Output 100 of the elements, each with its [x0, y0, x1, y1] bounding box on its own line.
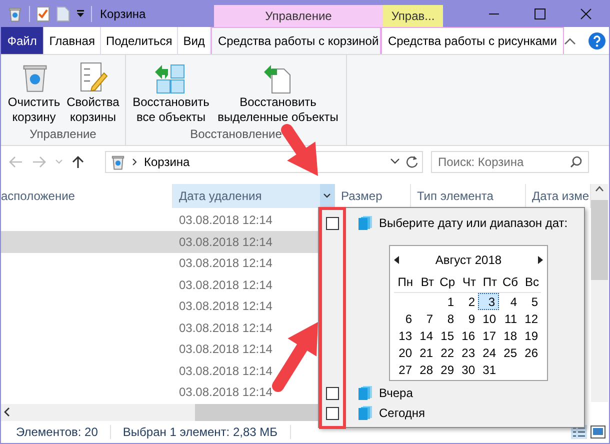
weekday-label: Пт [482, 275, 497, 289]
ribbon-tab[interactable]: Поделиться [100, 27, 178, 54]
date-cell: 03.08.2018 12:14 [179, 342, 272, 356]
stack-icon [358, 215, 373, 231]
file-row[interactable]: 03.08.2018 12:14 [1, 274, 318, 296]
file-row[interactable]: 03.08.2018 12:14 [1, 252, 318, 274]
up-arrow-icon[interactable] [72, 154, 84, 169]
calendar-day[interactable]: 23 [457, 344, 478, 361]
checkbox[interactable] [326, 216, 339, 230]
triangle-right-icon[interactable] [538, 256, 543, 264]
checkbox[interactable] [326, 386, 339, 400]
calendar-day[interactable]: 18 [499, 327, 520, 344]
calendar-day[interactable]: 21 [415, 344, 436, 361]
ribbon-tab[interactable]: Средства работы с рисунками [380, 27, 564, 54]
recycle-bin-icon [110, 154, 126, 170]
checklist-icon[interactable] [36, 6, 50, 22]
date-cell: 03.08.2018 12:14 [179, 278, 272, 292]
address-bar[interactable]: Корзина [105, 150, 423, 173]
ribbon-tab[interactable]: Главная [44, 27, 101, 54]
calendar-day[interactable]: 22 [436, 344, 457, 361]
date-cell: 03.08.2018 12:14 [179, 385, 272, 400]
date-cell: 03.08.2018 12:14 [179, 234, 272, 249]
chevron-down-icon[interactable] [390, 158, 400, 166]
maximize-icon [534, 8, 546, 20]
filter-option-label: Вчера [379, 386, 413, 400]
ribbon-button[interactable]: Очистить корзину [5, 59, 63, 128]
caret-down-icon[interactable] [76, 9, 85, 20]
weekday-label: Вс [524, 275, 539, 289]
triangle-left-icon[interactable] [394, 256, 399, 264]
horizontal-scrollbar[interactable] [1, 404, 318, 421]
calendar-day[interactable]: 28 [415, 361, 436, 378]
calendar-day[interactable]: 20 [394, 344, 415, 361]
calendar-day[interactable]: 29 [436, 361, 457, 378]
file-row[interactable]: 03.08.2018 12:14 [1, 338, 318, 360]
calendar-day[interactable]: 7 [415, 310, 436, 327]
calendar[interactable]: Август 2018 Пн Вт Ср Чт Пт Сб Вс 1 2 3 4 5 6 7 8 9 10 11 12 13 14 15 16 17 18 19 20 21 22 23 24 25 26 27 28 29 30 31 [389, 245, 548, 381]
calendar-day[interactable]: 16 [457, 327, 478, 344]
calendar-day[interactable]: 14 [415, 327, 436, 344]
refresh-icon[interactable] [406, 155, 418, 168]
ribbon-tab[interactable]: Файл [1, 27, 44, 54]
ribbon-button[interactable]: Восстановить все объекты [130, 59, 212, 128]
chevron-up-icon[interactable] [595, 184, 604, 194]
context-tab-header: Управление [214, 5, 383, 28]
calendar-day[interactable]: 17 [478, 327, 499, 344]
file-row[interactable]: 03.08.2018 12:14 [1, 210, 318, 232]
file-row[interactable]: 03.08.2018 12:14 [1, 360, 318, 382]
search-field[interactable]: Поиск: Корзина [431, 150, 589, 173]
chevron-down-icon[interactable] [323, 192, 331, 199]
status-text: Выбран 1 элемент: 2,83 МБ [122, 424, 278, 439]
file-row[interactable]: 03.08.2018 12:14 [1, 296, 318, 318]
calendar-day[interactable]: 15 [436, 327, 457, 344]
weekday-label: Сб [502, 275, 518, 289]
calendar-day[interactable]: 2 [457, 293, 478, 310]
calendar-day[interactable]: 11 [499, 310, 520, 327]
calendar-day[interactable]: 9 [457, 310, 478, 327]
date-cell: 03.08.2018 12:14 [179, 299, 272, 314]
context-tab-header: Управ... [383, 5, 443, 28]
window-title: Корзина [100, 7, 146, 22]
calendar-day[interactable]: 1 [436, 293, 457, 310]
filter-option-label: Выберите дату или диапазон дат: [379, 216, 568, 230]
status-text: Элементов: 20 [16, 424, 98, 439]
calendar-day[interactable]: 8 [436, 310, 457, 327]
calendar-day[interactable]: 26 [520, 344, 541, 361]
calendar-day[interactable]: 4 [499, 293, 520, 310]
file-row[interactable]: 03.08.2018 12:14 [1, 382, 318, 404]
ribbon-tab[interactable]: Средства работы с корзиной [210, 27, 381, 54]
search-icon [570, 156, 582, 168]
calendar-day[interactable]: 12 [520, 310, 541, 327]
checkbox[interactable] [326, 406, 339, 420]
thumbnail-view-icon[interactable] [590, 424, 606, 439]
calendar-day[interactable]: 24 [478, 344, 499, 361]
calendar-day[interactable]: 25 [499, 344, 520, 361]
chevron-up-icon[interactable] [564, 36, 576, 45]
help-icon[interactable] [588, 32, 606, 50]
calendar-day[interactable]: 31 [478, 361, 499, 378]
calendar-day[interactable]: 30 [457, 361, 478, 378]
date-cell: 03.08.2018 12:14 [179, 364, 272, 378]
calendar-day[interactable]: 6 [394, 310, 415, 327]
calendar-day[interactable]: 13 [394, 327, 415, 344]
weekday-label: Ср [440, 275, 455, 289]
file-row[interactable]: 03.08.2018 12:14 [1, 231, 318, 253]
calendar-month[interactable]: Август 2018 [435, 253, 502, 267]
calendar-day[interactable]: 5 [520, 293, 541, 310]
file-row[interactable]: 03.08.2018 12:14 [1, 317, 318, 339]
date-cell: 03.08.2018 12:14 [179, 320, 272, 335]
calendar-day[interactable]: 3 [478, 293, 499, 310]
ribbon-button[interactable]: Восстановить выделенные объекты [214, 59, 342, 128]
calendar-day[interactable]: 27 [394, 361, 415, 378]
group-label: Управление [30, 127, 96, 144]
weekday-label: Вт [420, 275, 434, 289]
calendar-day[interactable]: 19 [520, 327, 541, 344]
column-header[interactable]: Дата удаления [173, 184, 335, 208]
chevron-right-icon [132, 158, 138, 166]
stack-icon [358, 385, 373, 401]
stack-icon [358, 405, 373, 421]
vertical-scrollbar[interactable] [591, 184, 608, 402]
calendar-day[interactable]: 10 [478, 310, 499, 327]
close-icon [580, 8, 592, 20]
ribbon-button[interactable]: Свойства корзины [65, 59, 121, 128]
recycle-bin-icon[interactable] [7, 6, 23, 22]
